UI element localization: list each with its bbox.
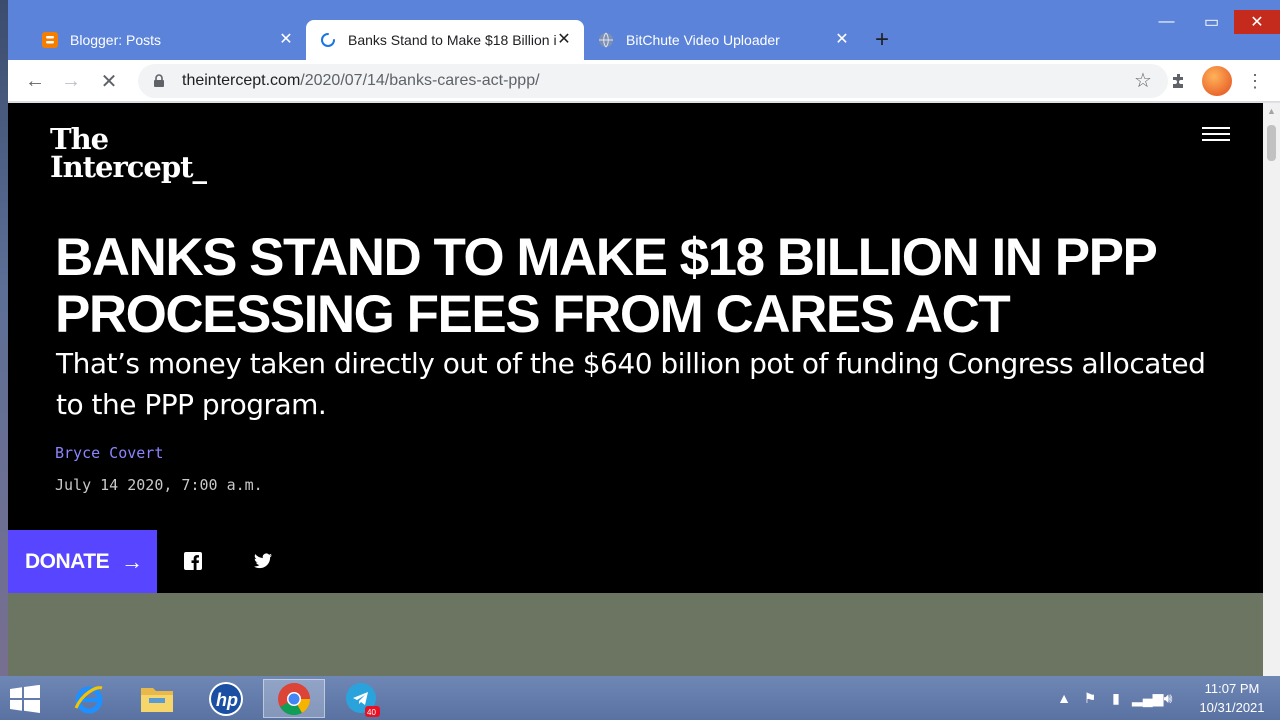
tab-title: BitChute Video Uploader xyxy=(626,32,780,48)
arrow-right-icon: → xyxy=(121,548,143,574)
window-controls: — ▭ ✕ xyxy=(1144,10,1280,34)
maximize-icon[interactable]: ▭ xyxy=(1189,10,1234,34)
chrome-icon[interactable] xyxy=(263,679,325,718)
blogger-icon xyxy=(42,32,58,48)
lock-icon xyxy=(154,74,164,87)
hamburger-menu-icon[interactable] xyxy=(1202,127,1230,143)
article-dek: That’s money taken directly out of the $… xyxy=(56,347,1206,421)
article-headline: BANKS STAND TO MAKE $18 BILLION IN PPP P… xyxy=(55,228,1157,344)
telegram-icon[interactable]: 40 xyxy=(331,679,393,718)
donate-button[interactable]: DONATE → xyxy=(8,530,157,593)
loading-spinner-icon xyxy=(321,33,335,47)
file-explorer-icon[interactable] xyxy=(126,679,188,718)
facebook-share-icon[interactable] xyxy=(182,550,204,572)
intercept-logo[interactable]: The Intercept_ xyxy=(50,122,207,184)
tab-title: Blogger: Posts xyxy=(70,32,162,48)
twitter-share-icon[interactable] xyxy=(252,550,274,572)
toolbar-actions: ⋮ xyxy=(1164,66,1270,96)
url-host: theintercept.com xyxy=(182,72,301,89)
system-tray: ▲ ⚑ ▮ ▂▄▆ 🔊︎ 11:07 PM 10/31/2021 xyxy=(1054,676,1280,720)
windows-start-icon[interactable] xyxy=(10,685,40,713)
back-icon[interactable]: ← xyxy=(20,66,50,96)
close-tab-icon[interactable]: ✕ xyxy=(834,32,850,48)
hero-image-area xyxy=(8,593,1263,676)
show-hidden-icons-icon[interactable]: ▲ xyxy=(1054,690,1074,706)
browser-toolbar: ← → ✕ theintercept.com/2020/07/14/banks-… xyxy=(8,60,1280,102)
globe-icon xyxy=(599,32,613,48)
scroll-up-icon[interactable]: ▲ xyxy=(1263,103,1280,120)
bookmark-star-icon[interactable]: ☆ xyxy=(1134,71,1154,91)
url-text: theintercept.com/2020/07/14/banks-cares-… xyxy=(182,72,540,90)
donate-label: DONATE xyxy=(25,549,110,573)
close-window-icon[interactable]: ✕ xyxy=(1234,10,1280,34)
tab-bitchute[interactable]: BitChute Video Uploader ✕ xyxy=(584,20,862,60)
logo-line-1: The xyxy=(50,122,109,156)
page-viewport: The Intercept_ BANKS STAND TO MAKE $18 B… xyxy=(8,103,1263,676)
hp-icon[interactable]: hp xyxy=(195,679,257,718)
action-center-flag-icon[interactable]: ⚑ xyxy=(1080,690,1100,707)
volume-icon[interactable]: 🔊︎ xyxy=(1158,690,1178,707)
tab-blogger[interactable]: Blogger: Posts ✕ xyxy=(28,20,306,60)
close-tab-icon[interactable]: ✕ xyxy=(556,32,572,48)
minimize-icon[interactable]: — xyxy=(1144,10,1189,34)
tab-strip: Blogger: Posts ✕ Banks Stand to Make $18… xyxy=(28,20,902,60)
address-bar[interactable]: theintercept.com/2020/07/14/banks-cares-… xyxy=(138,64,1168,98)
svg-text:hp: hp xyxy=(216,690,238,710)
internet-explorer-icon[interactable] xyxy=(58,679,120,718)
new-tab-button[interactable]: + xyxy=(862,20,902,60)
browser-window: Blogger: Posts ✕ Banks Stand to Make $18… xyxy=(8,0,1280,676)
tab-title: Banks Stand to Make $18 Billion i xyxy=(348,32,556,48)
menu-kebab-icon[interactable]: ⋮ xyxy=(1240,66,1270,96)
close-tab-icon[interactable]: ✕ xyxy=(278,32,294,48)
forward-icon[interactable]: → xyxy=(56,66,86,96)
telegram-badge: 40 xyxy=(367,708,376,717)
author-link[interactable]: Bryce Covert xyxy=(55,444,163,462)
tab-intercept[interactable]: Banks Stand to Make $18 Billion i ✕ xyxy=(306,20,584,60)
url-path: /2020/07/14/banks-cares-act-ppp/ xyxy=(300,72,540,89)
windows-taskbar: hp 40 ▲ ⚑ ▮ ▂▄▆ 🔊︎ 11:07 PM 10/31/2021 xyxy=(0,676,1280,720)
clock-time: 11:07 PM xyxy=(1204,681,1260,696)
profile-avatar[interactable] xyxy=(1202,66,1232,96)
clock-date: 10/31/2021 xyxy=(1199,700,1265,715)
page-scrollbar[interactable]: ▲ xyxy=(1263,103,1280,676)
battery-icon[interactable]: ▮ xyxy=(1106,690,1126,707)
extensions-icon[interactable] xyxy=(1164,66,1194,96)
stop-icon[interactable]: ✕ xyxy=(94,66,124,96)
network-signal-icon[interactable]: ▂▄▆ xyxy=(1132,690,1163,707)
scrollbar-thumb[interactable] xyxy=(1267,125,1276,161)
logo-line-2: Intercept_ xyxy=(50,150,207,184)
taskbar-clock[interactable]: 11:07 PM 10/31/2021 xyxy=(1184,679,1280,717)
publish-date: July 14 2020, 7:00 a.m. xyxy=(55,476,263,494)
title-bar: Blogger: Posts ✕ Banks Stand to Make $18… xyxy=(8,0,1280,60)
